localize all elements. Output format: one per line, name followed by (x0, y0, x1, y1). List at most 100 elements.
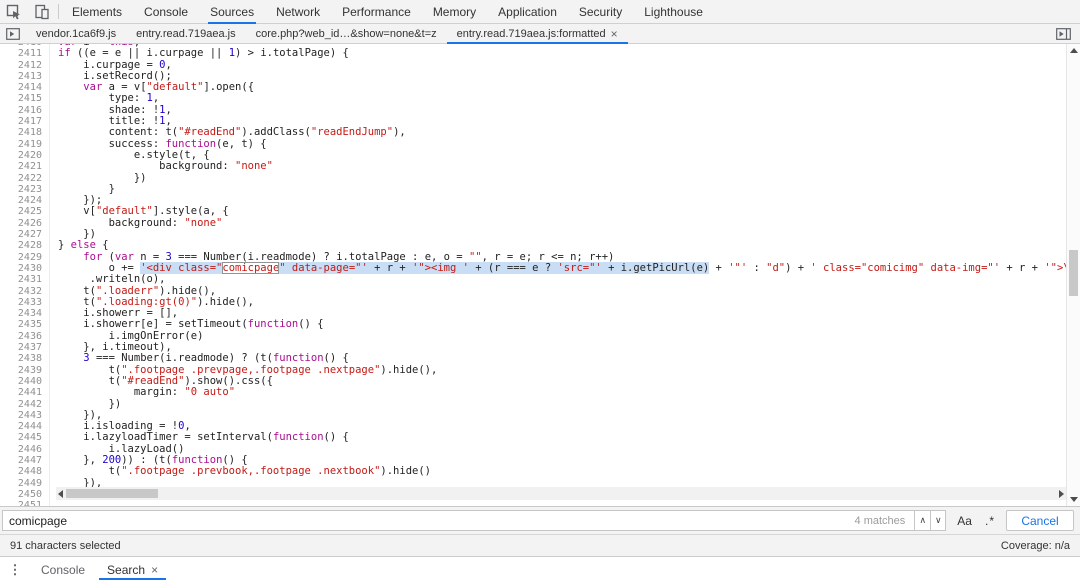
line-number[interactable]: 2432 (0, 286, 50, 297)
main-tab-bar: ElementsConsoleSourcesNetworkPerformance… (61, 0, 714, 23)
line-number[interactable]: 2441 (0, 387, 50, 398)
device-toolbar-icon-glyph (34, 4, 50, 20)
match-nav-buttons: ∧ ∨ (914, 511, 945, 530)
drawer-tab-label: Search (107, 563, 145, 577)
line-number[interactable]: 2422 (0, 173, 50, 184)
line-number[interactable]: 2418 (0, 127, 50, 138)
line-number[interactable]: 2436 (0, 331, 50, 342)
scroll-right-arrow-icon[interactable] (1059, 490, 1064, 498)
regex-button[interactable]: .* (983, 514, 997, 528)
close-icon[interactable]: × (151, 564, 158, 576)
scroll-up-arrow-icon[interactable] (1070, 48, 1078, 53)
drawer: ⋮ Console Search × (0, 556, 1080, 583)
drawer-tab-label: Console (41, 563, 85, 577)
line-number[interactable]: 2435 (0, 319, 50, 330)
line-number[interactable]: 2426 (0, 218, 50, 229)
code-line: 2441 margin: "0 auto" (0, 387, 1066, 398)
navigator-toggle-icon[interactable] (0, 24, 26, 43)
line-number[interactable]: 2424 (0, 195, 50, 206)
tab-memory[interactable]: Memory (422, 0, 487, 23)
line-number[interactable]: 2421 (0, 161, 50, 172)
line-number[interactable]: 2440 (0, 376, 50, 387)
file-tab[interactable]: entry.read.719aea.js (126, 24, 245, 43)
tab-security[interactable]: Security (568, 0, 633, 23)
scroll-left-arrow-icon[interactable] (58, 490, 63, 498)
line-number[interactable]: 2412 (0, 60, 50, 71)
file-tab[interactable]: entry.read.719aea.js:formatted× (447, 24, 628, 43)
cancel-button[interactable]: Cancel (1006, 510, 1074, 531)
vertical-scrollbar[interactable] (1066, 44, 1080, 506)
selection-status-label: 91 characters selected (10, 540, 121, 552)
line-number[interactable]: 2439 (0, 365, 50, 376)
previous-match-button[interactable]: ∧ (915, 511, 930, 530)
status-bar: 91 characters selected Coverage: n/a (0, 534, 1080, 556)
code-editor[interactable]: 2410var i = this;2411if ((e = e || i.cur… (0, 44, 1066, 506)
line-number[interactable]: 2437 (0, 342, 50, 353)
line-number[interactable]: 2438 (0, 353, 50, 364)
horizontal-scrollbar-thumb[interactable] (66, 489, 158, 498)
file-tab-label: core.php?web_id…&show=none&t=z (256, 28, 437, 40)
match-case-button[interactable]: Aa (955, 514, 974, 528)
line-number[interactable]: 2423 (0, 184, 50, 195)
tab-application[interactable]: Application (487, 0, 568, 23)
line-number[interactable]: 2446 (0, 444, 50, 455)
line-number[interactable]: 2411 (0, 48, 50, 59)
line-number[interactable]: 2427 (0, 229, 50, 240)
toolbar-divider (58, 4, 59, 19)
tab-lighthouse[interactable]: Lighthouse (633, 0, 714, 23)
line-number[interactable]: 2448 (0, 466, 50, 477)
tab-network[interactable]: Network (265, 0, 331, 23)
next-match-button[interactable]: ∨ (930, 511, 945, 530)
line-number[interactable]: 2429 (0, 252, 50, 263)
line-number[interactable]: 2450 (0, 489, 50, 500)
drawer-tab-console[interactable]: Console (30, 557, 96, 583)
line-number[interactable]: 2416 (0, 105, 50, 116)
line-number[interactable]: 2425 (0, 206, 50, 217)
line-number[interactable]: 2445 (0, 432, 50, 443)
line-number[interactable]: 2443 (0, 410, 50, 421)
show-debugger-sidebar-icon[interactable] (1050, 28, 1076, 40)
line-number[interactable]: 2433 (0, 297, 50, 308)
drawer-tab-search[interactable]: Search × (96, 557, 169, 583)
line-number[interactable]: 2419 (0, 139, 50, 150)
line-number[interactable]: 2415 (0, 93, 50, 104)
line-number[interactable]: 2442 (0, 399, 50, 410)
inspect-element-icon[interactable] (0, 0, 28, 23)
line-number[interactable]: 2431 (0, 274, 50, 285)
tab-console[interactable]: Console (133, 0, 199, 23)
find-bar: 4 matches ∧ ∨ Aa .* Cancel (0, 506, 1080, 534)
code-line: 2423 } (0, 184, 1066, 195)
coverage-status-label: Coverage: n/a (1001, 540, 1070, 552)
search-input[interactable] (3, 511, 855, 530)
line-number[interactable]: 2447 (0, 455, 50, 466)
line-number[interactable]: 2444 (0, 421, 50, 432)
tab-sources[interactable]: Sources (199, 0, 265, 23)
line-number[interactable]: 2428 (0, 240, 50, 251)
line-number[interactable]: 2430 (0, 263, 50, 274)
line-number[interactable]: 2413 (0, 71, 50, 82)
line-number[interactable]: 2417 (0, 116, 50, 127)
code-line: 2448 t(".footpage .prevbook,.footpage .n… (0, 466, 1066, 477)
horizontal-scrollbar[interactable] (56, 487, 1066, 500)
line-number[interactable]: 2449 (0, 478, 50, 489)
line-number[interactable]: 2434 (0, 308, 50, 319)
search-box: 4 matches ∧ ∨ (2, 510, 946, 531)
navigator-toggle-icon-glyph (6, 28, 20, 40)
file-tab-bar: vendor.1ca6f9.jsentry.read.719aea.js core… (0, 24, 1080, 44)
tab-elements[interactable]: Elements (61, 0, 133, 23)
devtools-window: ElementsConsoleSourcesNetworkPerformance… (0, 0, 1080, 583)
code-line: 2427 }) (0, 229, 1066, 240)
device-toolbar-icon[interactable] (28, 0, 56, 23)
file-tab[interactable]: vendor.1ca6f9.js (26, 24, 126, 43)
scroll-down-arrow-icon[interactable] (1070, 497, 1078, 502)
drawer-menu-icon[interactable]: ⋮ (0, 557, 30, 583)
line-number[interactable]: 2414 (0, 82, 50, 93)
line-number[interactable]: 2420 (0, 150, 50, 161)
close-icon[interactable]: × (611, 28, 618, 40)
vertical-scrollbar-thumb[interactable] (1069, 250, 1078, 296)
code-line: 2442 }) (0, 399, 1066, 410)
tab-performance[interactable]: Performance (331, 0, 422, 23)
file-tab[interactable]: core.php?web_id…&show=none&t=z (246, 24, 447, 43)
show-debugger-sidebar-icon-glyph (1056, 28, 1071, 40)
main-toolbar: ElementsConsoleSourcesNetworkPerformance… (0, 0, 1080, 24)
